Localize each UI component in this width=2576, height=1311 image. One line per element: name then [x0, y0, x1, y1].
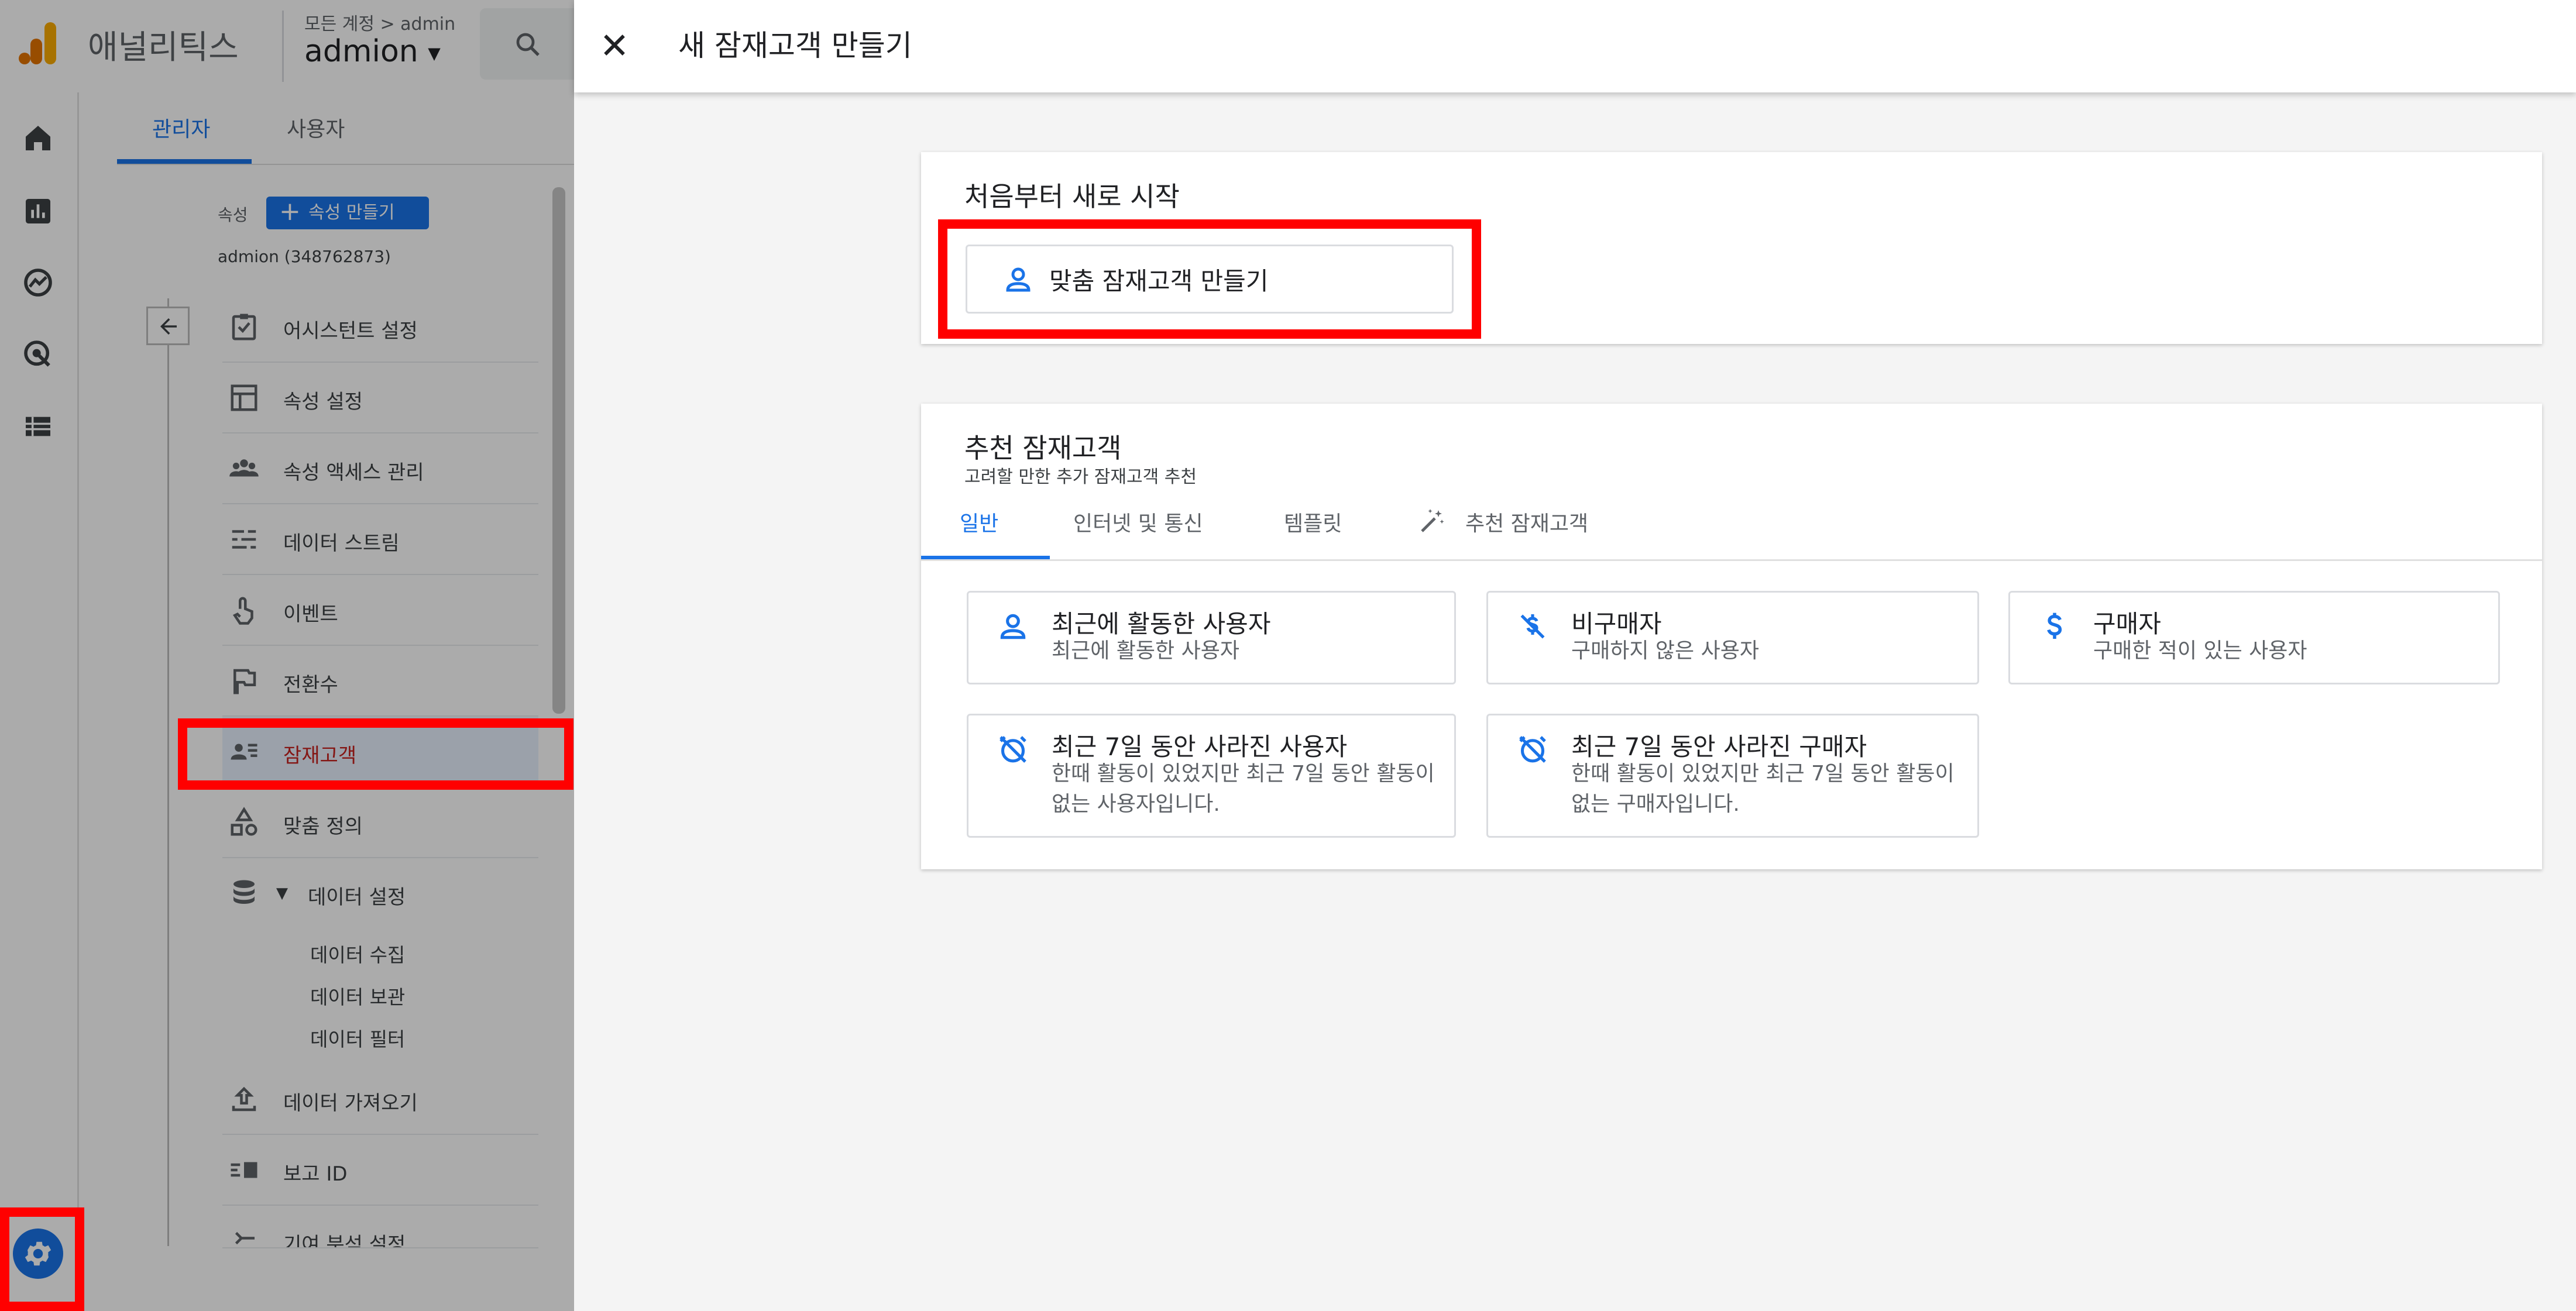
tile-title: 구매자	[2093, 610, 2161, 638]
suggestion-recently-active-users[interactable]: 최근에 활동한 사용자 최근에 활동한 사용자	[967, 591, 1456, 684]
panel-title: 새 잠재고객 만들기	[678, 29, 912, 63]
card-title: 처음부터 새로 시작	[964, 181, 1180, 212]
card-subtitle: 고려할 만한 추가 잠재고객 추천	[964, 467, 1197, 487]
tile-description: 한때 활동이 있었지만 최근 7일 동안 활동이 없는 구매자입니다.	[1571, 762, 1955, 816]
alarm-off-icon	[1519, 736, 1546, 763]
close-icon[interactable]	[599, 29, 630, 61]
suggest-tab-templates[interactable]: 템플릿	[1284, 507, 1342, 537]
suggest-tab-recommended-label: 추천 잠재고객	[1465, 512, 1589, 536]
highlight-audiences	[178, 718, 573, 790]
highlight-create-custom-audience	[938, 219, 1481, 339]
card-title: 추천 잠재고객	[964, 432, 1122, 464]
suggested-audiences-card: 추천 잠재고객 고려할 만한 추가 잠재고객 추천 일반 인터넷 및 통신 템플…	[921, 404, 2542, 869]
panel-header: 새 잠재고객 만들기	[574, 0, 2576, 92]
no-money-icon	[1520, 614, 1545, 639]
modal-scrim[interactable]	[0, 0, 574, 1311]
suggest-tab-general[interactable]: 일반	[960, 507, 998, 537]
tabs-divider	[921, 559, 2542, 561]
tile-description: 최근에 활동한 사용자	[1052, 639, 1239, 663]
tile-description: 구매한 적이 있는 사용자	[2093, 639, 2307, 663]
person-icon	[1000, 614, 1026, 639]
suggestion-purchasers[interactable]: 구매자 구매한 적이 있는 사용자	[2008, 591, 2500, 684]
highlight-settings	[0, 1207, 84, 1311]
tile-title: 최근에 활동한 사용자	[1052, 610, 1271, 638]
suggest-tab-internet[interactable]: 인터넷 및 통신	[1073, 507, 1203, 537]
magic-wand-icon	[1421, 509, 1444, 532]
tile-title: 비구매자	[1571, 610, 1662, 638]
tile-description: 구매하지 않은 사용자	[1571, 639, 1759, 663]
alarm-off-icon	[1000, 736, 1026, 763]
tile-title: 최근 7일 동안 사라진 구매자	[1571, 732, 1867, 761]
tile-description: 한때 활동이 있었지만 최근 7일 동안 활동이 없는 사용자입니다.	[1052, 762, 1435, 816]
tile-title: 최근 7일 동안 사라진 사용자	[1052, 732, 1348, 761]
suggestion-lapsed-users[interactable]: 최근 7일 동안 사라진 사용자 한때 활동이 있었지만 최근 7일 동안 활동…	[967, 714, 1456, 838]
suggestion-non-purchasers[interactable]: 비구매자 구매하지 않은 사용자	[1486, 591, 1979, 684]
suggestion-lapsed-purchasers[interactable]: 최근 7일 동안 사라진 구매자 한때 활동이 있었지만 최근 7일 동안 활동…	[1486, 714, 1979, 838]
dollar-icon	[2047, 613, 2062, 639]
